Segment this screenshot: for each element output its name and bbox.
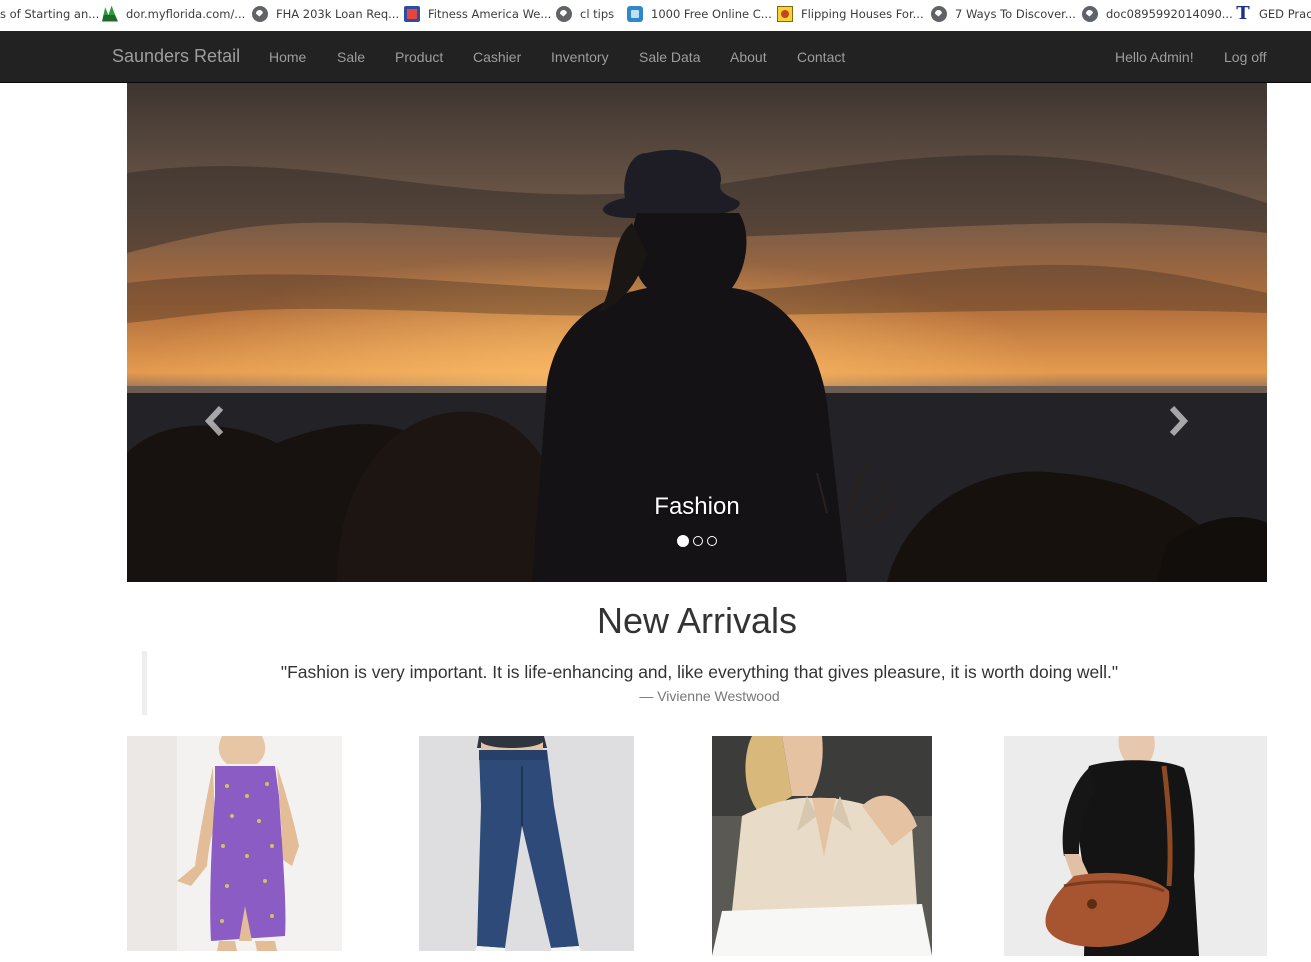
- nav-product[interactable]: Product: [395, 49, 443, 65]
- nav-sale-data[interactable]: Sale Data: [639, 49, 700, 65]
- carousel-next-button[interactable]: [1163, 401, 1193, 441]
- product-image-satin-blouse[interactable]: [712, 736, 932, 956]
- product-image-handbag[interactable]: [1004, 736, 1267, 956]
- bookmark-label: GED Pract: [1259, 6, 1311, 21]
- section-heading: New Arrivals: [596, 600, 798, 641]
- nav-contact[interactable]: Contact: [797, 49, 845, 65]
- quote-text: "Fashion is very important. It is life-e…: [280, 662, 1119, 682]
- carousel-indicator-1[interactable]: [677, 535, 689, 547]
- bookmark-label: FHA 203k Loan Req...: [276, 6, 400, 21]
- bookmark-item[interactable]: 1000 Free Online C...: [627, 0, 772, 27]
- purple-dress-image: [127, 736, 342, 951]
- tee-icon: T: [1236, 2, 1250, 24]
- globe-icon: [1082, 5, 1098, 22]
- bookmark-item[interactable]: dor.myflorida.com/...: [102, 0, 245, 27]
- bookmark-label: 7 Ways To Discover...: [955, 6, 1076, 21]
- product-image-jeans[interactable]: [419, 736, 634, 951]
- quote-source: — Vivienne Westwood: [639, 688, 780, 704]
- bookmarks-bar: s of Starting an... dor.myflorida.com/..…: [0, 0, 1311, 31]
- globe-icon: [252, 5, 268, 22]
- flip-icon: [777, 5, 793, 22]
- nav-home[interactable]: Home: [269, 49, 306, 65]
- bookmark-item[interactable]: T GED Pract: [1235, 0, 1311, 27]
- chevron-left-icon: [204, 405, 224, 437]
- bookmark-item[interactable]: s of Starting an...: [0, 0, 99, 27]
- globe-icon: [931, 5, 947, 22]
- leather-handbag-image: [1004, 736, 1267, 956]
- bookmark-item[interactable]: cl tips: [556, 0, 614, 27]
- nav-about[interactable]: About: [730, 49, 767, 65]
- bookmark-item[interactable]: doc0895992014090...: [1082, 0, 1233, 27]
- product-image-purple-dress[interactable]: [127, 736, 342, 951]
- bookmark-item[interactable]: 7 Ways To Discover...: [931, 0, 1076, 27]
- fitness-icon: [404, 5, 420, 22]
- bookmark-item[interactable]: FHA 203k Loan Req...: [252, 0, 399, 27]
- bookmark-item[interactable]: Flipping Houses For...: [777, 0, 924, 27]
- navbar: Saunders Retail Home Sale Product Cashie…: [0, 31, 1311, 83]
- palm-icon: [102, 5, 118, 22]
- carousel-caption: Fashion: [654, 493, 740, 520]
- nav-inventory[interactable]: Inventory: [551, 49, 609, 65]
- blockquote: "Fashion is very important. It is life-e…: [142, 651, 1252, 715]
- globe-icon: [556, 5, 572, 22]
- logoff-link[interactable]: Log off: [1224, 49, 1267, 65]
- carousel-indicator-3[interactable]: [707, 536, 717, 546]
- brand-link[interactable]: Saunders Retail: [112, 46, 240, 67]
- jeans-image: [419, 736, 634, 951]
- square-icon: [627, 5, 643, 22]
- carousel-indicator-2[interactable]: [693, 536, 703, 546]
- nav-cashier[interactable]: Cashier: [473, 49, 521, 65]
- bookmark-label: Fitness America We...: [428, 6, 552, 21]
- bookmark-label: dor.myflorida.com/...: [126, 6, 246, 21]
- bookmark-label: Flipping Houses For...: [801, 6, 924, 21]
- bookmark-label: 1000 Free Online C...: [651, 6, 772, 21]
- bookmark-item[interactable]: Fitness America We...: [404, 0, 551, 27]
- bookmark-label: cl tips: [580, 6, 615, 21]
- bookmark-label: s of Starting an...: [0, 6, 100, 21]
- hero-carousel[interactable]: Fashion: [127, 83, 1267, 582]
- satin-blouse-image: [712, 736, 932, 956]
- user-greeting-link[interactable]: Hello Admin!: [1115, 49, 1194, 65]
- carousel-prev-button[interactable]: [200, 401, 230, 441]
- nav-sale[interactable]: Sale: [337, 49, 365, 65]
- chevron-right-icon: [1169, 405, 1189, 437]
- bookmark-label: doc0895992014090...: [1106, 6, 1233, 21]
- carousel-indicators: [127, 535, 1267, 547]
